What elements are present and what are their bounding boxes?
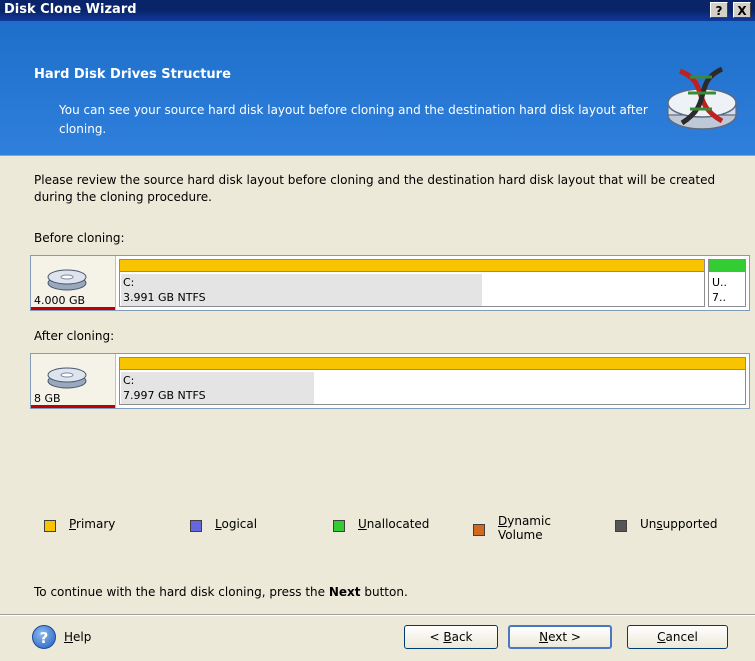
after-disk-size: 8 GB: [34, 392, 61, 405]
header-separator: [0, 155, 755, 156]
back-button[interactable]: < Back: [404, 625, 498, 649]
legend-label: Primary: [69, 517, 116, 531]
legend-swatch: [190, 520, 202, 532]
help-icon[interactable]: ?: [32, 625, 56, 649]
hard-disk-icon: [47, 269, 87, 291]
legend-label: Unallocated: [358, 517, 430, 531]
partition-info: 3.991 GB NTFS: [123, 291, 206, 304]
disk-indicator-line: [31, 405, 115, 408]
legend-swatch: [473, 524, 485, 536]
partition-info: 7..: [712, 291, 726, 304]
continue-instruction: To continue with the hard disk cloning, …: [34, 585, 408, 599]
header-description: You can see your source hard disk layout…: [59, 103, 648, 136]
before-disk-size: 4.000 GB: [34, 294, 86, 307]
window-title: Disk Clone Wizard: [4, 2, 137, 17]
before-partition-unallocated[interactable]: U.. 7..: [708, 259, 746, 307]
next-button[interactable]: Next >: [508, 625, 612, 649]
legend-swatch: [44, 520, 56, 532]
before-partition-c[interactable]: C: 3.991 GB NTFS: [119, 259, 705, 307]
partition-name: U..: [712, 276, 728, 289]
unallocated-partition-bar: [709, 260, 745, 272]
after-partition-c[interactable]: C: 7.997 GB NTFS: [119, 357, 746, 405]
hard-disk-icon: [47, 367, 87, 389]
disk-clone-icon: [667, 66, 737, 130]
legend-swatch: [615, 520, 627, 532]
after-disk-panel: 8 GB C: 7.997 GB NTFS: [30, 353, 750, 409]
partition-name: C:: [123, 374, 135, 387]
after-disk-info[interactable]: 8 GB: [31, 354, 116, 408]
primary-partition-bar: [120, 358, 745, 370]
legend-label: Dynamic Volume: [498, 514, 551, 542]
cancel-button[interactable]: Cancel: [627, 625, 728, 649]
partition-info: 7.997 GB NTFS: [123, 389, 206, 402]
after-cloning-label: After cloning:: [34, 329, 115, 343]
partition-name: C:: [123, 276, 135, 289]
before-cloning-label: Before cloning:: [34, 231, 125, 245]
disk-indicator-line: [31, 307, 115, 310]
close-title-button[interactable]: X: [733, 2, 751, 18]
legend-label: Logical: [215, 517, 258, 531]
help-link[interactable]: Help: [64, 630, 91, 644]
before-disk-panel: 4.000 GB C: 3.991 GB NTFS U.. 7..: [30, 255, 750, 311]
intro-text: Please review the source hard disk layou…: [34, 173, 716, 204]
primary-partition-bar: [120, 260, 704, 272]
before-disk-info[interactable]: 4.000 GB: [31, 256, 116, 310]
help-title-button[interactable]: ?: [710, 2, 728, 18]
wizard-header: Hard Disk Drives Structure You can see y…: [0, 21, 755, 155]
legend-label: Unsupported: [640, 517, 718, 531]
legend-swatch: [333, 520, 345, 532]
header-title: Hard Disk Drives Structure: [34, 67, 231, 82]
footer-separator-highlight: [0, 615, 755, 616]
title-bar: Disk Clone Wizard ? X: [0, 0, 755, 21]
